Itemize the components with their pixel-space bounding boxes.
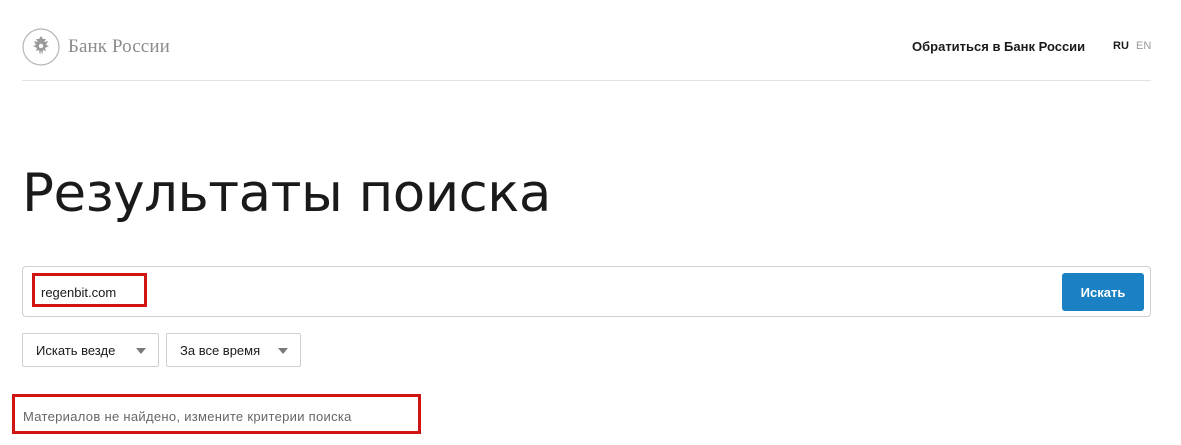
time-period-value: За все время — [180, 342, 261, 358]
time-period-select[interactable]: За все время — [166, 333, 301, 367]
lang-en-link[interactable]: EN — [1136, 40, 1151, 52]
search-box: Искать — [22, 266, 1151, 317]
search-input[interactable] — [41, 281, 941, 303]
search-button[interactable]: Искать — [1062, 273, 1144, 311]
double-headed-eagle-icon — [22, 28, 60, 66]
contact-bank-link[interactable]: Обратиться в Банк России — [912, 39, 1085, 54]
bank-logo-link[interactable]: Банк России — [22, 28, 170, 66]
bank-name: Банк России — [68, 36, 170, 57]
caret-down-icon — [136, 348, 146, 354]
no-results-message: Материалов не найдено, измените критерии… — [23, 409, 352, 424]
caret-down-icon — [278, 348, 288, 354]
site-header: Банк России Обратиться в Банк России RU … — [22, 0, 1151, 81]
search-area-select[interactable]: Искать везде — [22, 333, 159, 367]
lang-ru-link[interactable]: RU — [1113, 40, 1129, 52]
page-title: Результаты поиска — [22, 163, 551, 224]
search-area-value: Искать везде — [36, 342, 116, 358]
